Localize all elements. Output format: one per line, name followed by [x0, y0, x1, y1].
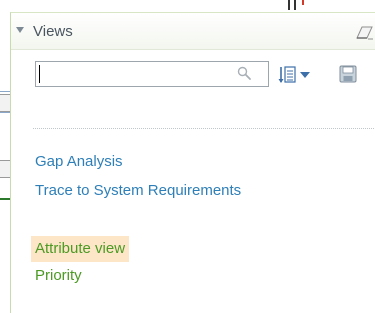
collapse-triangle-icon[interactable] — [16, 27, 24, 33]
background-separator — [0, 112, 10, 113]
eraser-icon[interactable] — [356, 26, 374, 40]
background-separator — [0, 91, 10, 92]
attribute-view-item-priority[interactable]: Priority — [35, 267, 82, 284]
sort-list-icon — [278, 66, 296, 83]
save-icon[interactable] — [339, 65, 357, 83]
text-caret — [39, 65, 40, 83]
background-splitter-handle — [288, 0, 296, 10]
chevron-down-icon — [300, 72, 310, 78]
view-item-trace-to-system-requirements[interactable]: Trace to System Requirements — [35, 182, 241, 199]
background-fragment — [0, 160, 10, 178]
search-icon[interactable] — [237, 66, 251, 80]
background-fragment — [0, 94, 10, 112]
background-window-top — [0, 0, 375, 12]
view-item-gap-analysis[interactable]: Gap Analysis — [35, 153, 123, 170]
filter-input[interactable] — [35, 61, 269, 87]
panel-title: Views — [33, 23, 73, 40]
background-red-marker — [302, 0, 304, 5]
sort-menu-button[interactable] — [278, 63, 316, 87]
background-separator — [0, 198, 10, 200]
views-panel: Views Gap Analysis Trace to System Requi… — [10, 12, 375, 313]
attribute-view-item-selected[interactable]: Attribute view — [31, 236, 130, 262]
views-toolbar — [11, 61, 375, 95]
views-panel-header[interactable]: Views — [11, 13, 375, 50]
section-divider — [33, 128, 375, 129]
